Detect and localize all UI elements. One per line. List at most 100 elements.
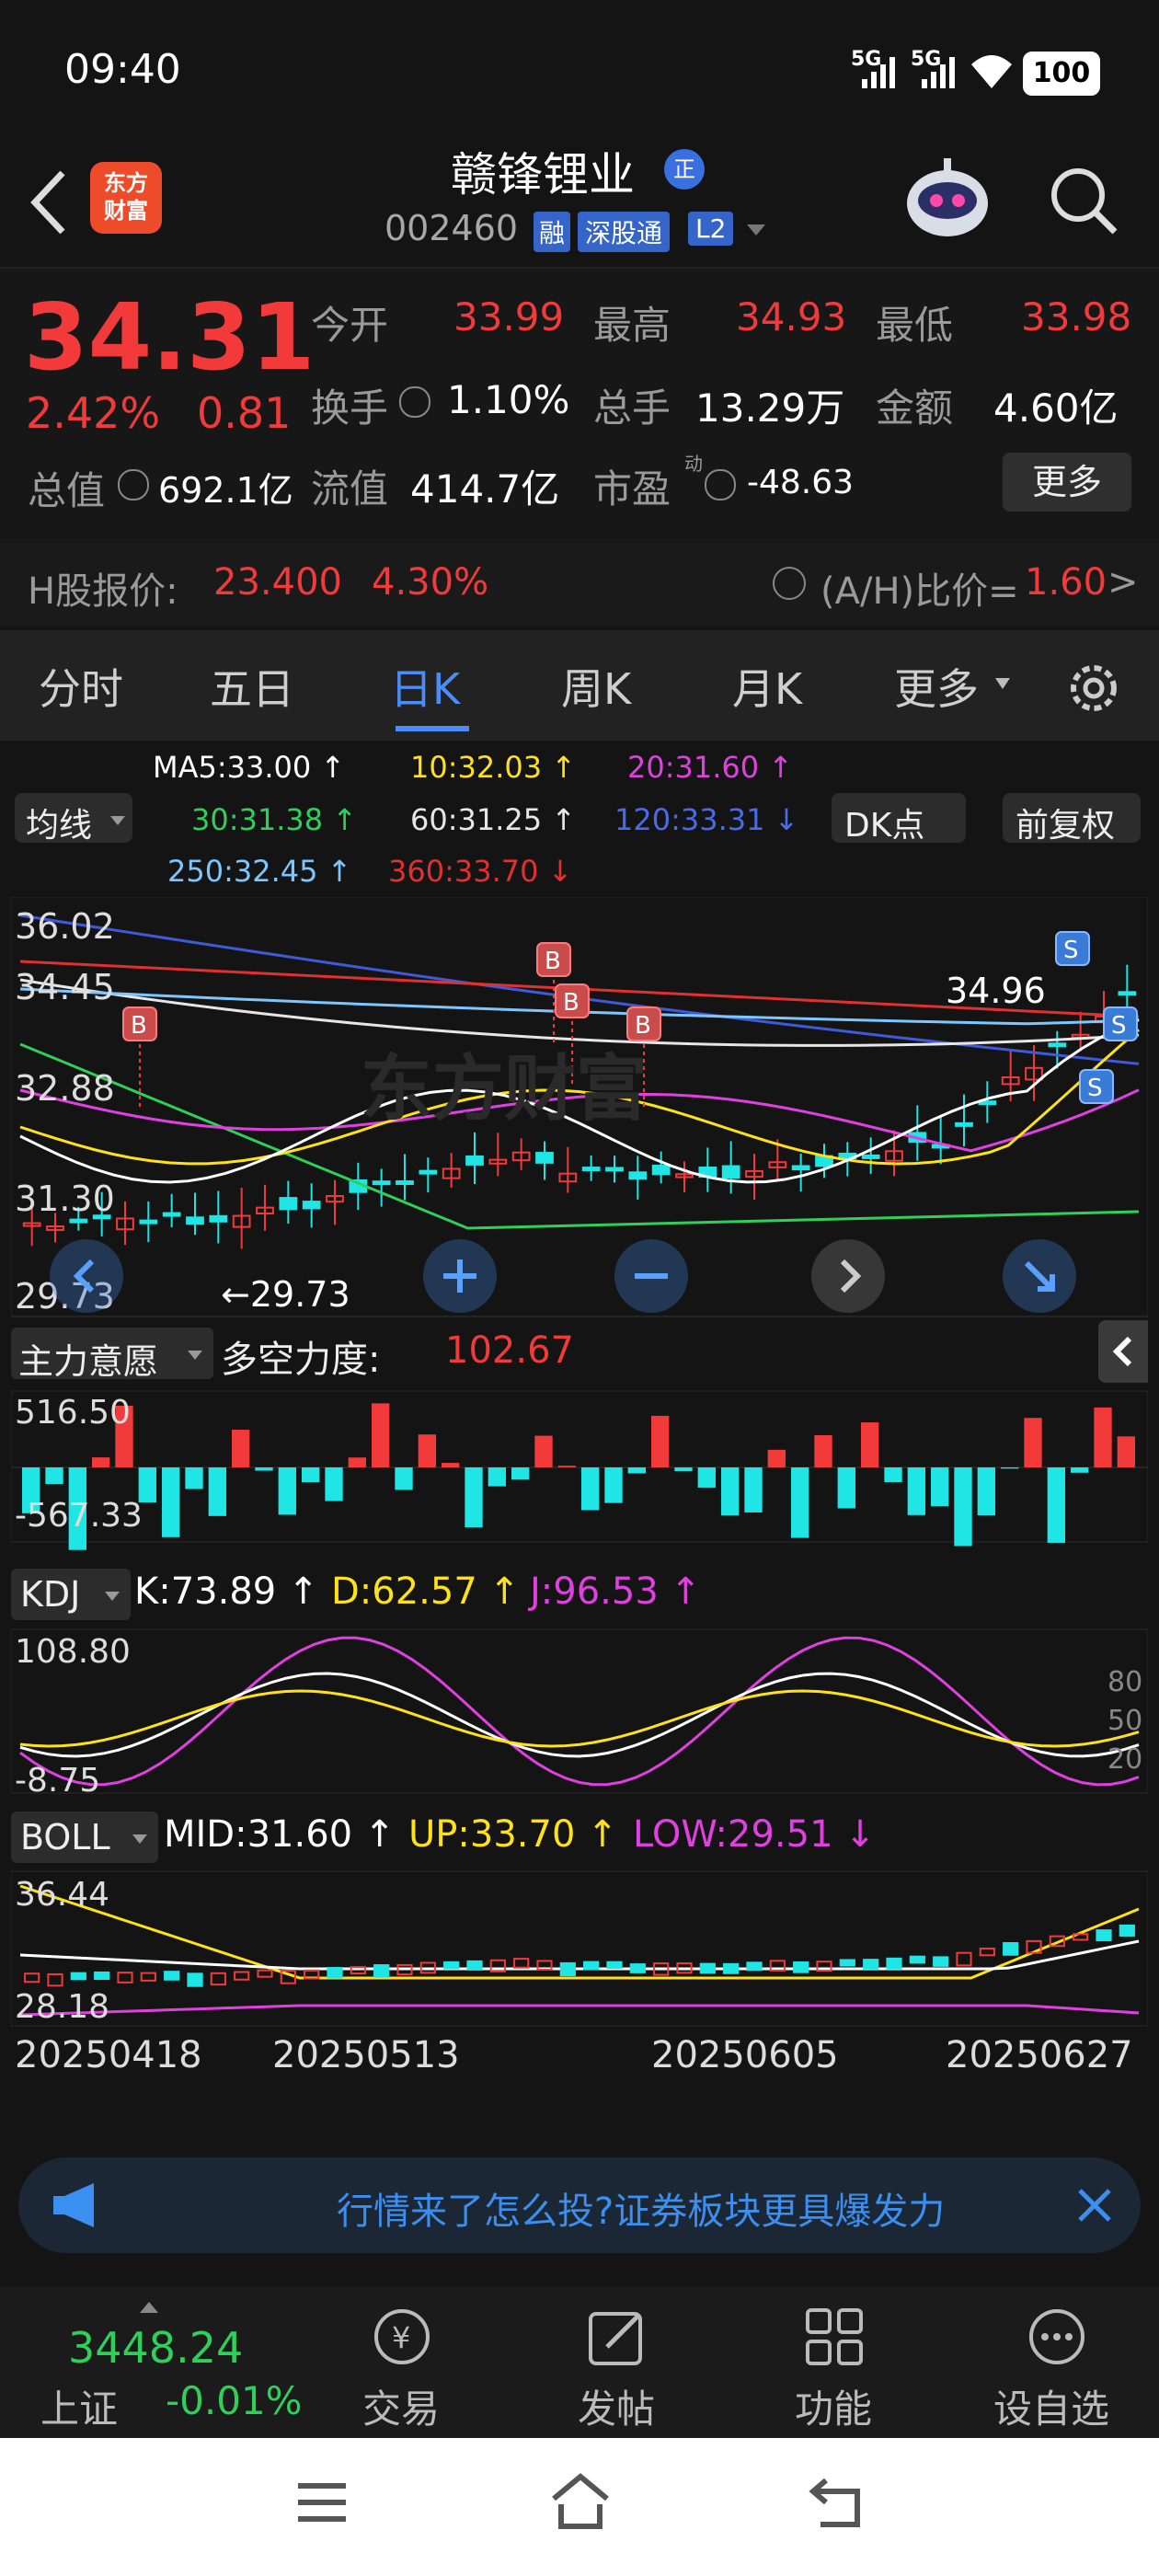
info-icon-pe[interactable]: [705, 469, 736, 500]
bottom-toolbar: 3448.24 上证 -0.01% ¥ 交易 发帖 功能 设自选: [0, 2286, 1159, 2438]
date-label-3: 20250605: [651, 2034, 839, 2076]
add-watchlist-label: 设自选: [993, 2386, 1110, 2432]
candle-body: [628, 1171, 648, 1180]
zl-bar: [232, 1430, 250, 1467]
h-share-label: H股报价:: [28, 570, 178, 613]
ah-ratio-value[interactable]: 1.60: [1025, 561, 1107, 604]
float-cap-value: 414.7亿: [410, 466, 560, 512]
kdj-selector[interactable]: KDJ: [11, 1569, 131, 1620]
tab-weekly-k[interactable]: 周K: [561, 656, 631, 717]
kline-chart-area[interactable]: BBBBSSS 36.02 34.45 32.88 31.30 29.73 东方…: [10, 896, 1149, 2130]
more-button[interactable]: 更多: [1003, 453, 1131, 512]
date-label-4: 20250627: [946, 2034, 1133, 2076]
boll-candle: [70, 1972, 86, 1981]
boll-candle: [746, 1961, 763, 1972]
index-ticker[interactable]: 3448.24 上证 -0.01%: [0, 2286, 313, 2438]
date-label-2: 20250513: [272, 2034, 460, 2076]
zl-bar: [651, 1415, 670, 1467]
tab-more[interactable]: 更多: [894, 656, 979, 717]
stock-name: 赣锋锂业: [451, 148, 635, 201]
promo-text: 行情来了怎么投?证券板块更具爆发力: [337, 2191, 946, 2233]
kdj-j-value: J:96.53 ↑: [530, 1570, 702, 1613]
yuan-exchange-icon: ¥: [370, 2305, 434, 2369]
pe-dynamic-sup: 动: [684, 453, 703, 475]
zl-y-bottom: -567.33: [15, 1497, 143, 1535]
edit-icon: [585, 2305, 649, 2369]
caret-down-icon: [188, 1348, 202, 1365]
menu-icon[interactable]: [293, 2477, 351, 2528]
promo-banner[interactable]: 行情来了怎么投?证券板块更具爆发力: [18, 2157, 1141, 2253]
zl-bar: [255, 1467, 273, 1471]
gear-icon[interactable]: [1063, 658, 1124, 719]
adjust-mode-button[interactable]: 前复权: [1003, 793, 1141, 845]
zl-bar: [931, 1467, 949, 1507]
turnover-label: 换手: [311, 385, 389, 431]
ma-selector[interactable]: 均线: [15, 793, 132, 845]
candle-body: [791, 1165, 810, 1171]
post-button[interactable]: 发帖: [557, 2295, 677, 2433]
candle-body: [1048, 1042, 1067, 1048]
collapse-panel-button[interactable]: [1098, 1320, 1148, 1383]
zl-bar: [45, 1467, 63, 1485]
index-name: 上证: [40, 2386, 119, 2432]
boll-low-value: LOW:29.51 ↓: [633, 1813, 876, 1856]
boll-candle: [839, 1959, 855, 1967]
battery-icon: 100: [1023, 52, 1100, 96]
zl-y-top: 516.50: [15, 1394, 131, 1432]
dk-point-button[interactable]: DK点: [832, 793, 966, 845]
function-button[interactable]: 功能: [775, 2295, 894, 2433]
add-watchlist-button[interactable]: 设自选: [984, 2295, 1131, 2433]
stock-header: 东方 财富 赣锋锂业 正 002460 融 深股通 L2: [0, 138, 1159, 269]
scroll-left-button[interactable]: [50, 1239, 123, 1313]
pe-label: 市盈: [593, 466, 671, 512]
boll-selector[interactable]: BOLL: [11, 1811, 158, 1863]
zl-bar: [1094, 1407, 1112, 1467]
help-icon[interactable]: [773, 567, 806, 600]
tab-intraday[interactable]: 分时: [39, 656, 123, 717]
boll-candle: [1096, 1929, 1112, 1942]
back-icon[interactable]: [26, 166, 72, 239]
dk-point-label: DK点: [844, 807, 925, 845]
zl-bar: [814, 1434, 832, 1467]
back-nav-icon[interactable]: [808, 2475, 868, 2530]
boll-candle: [606, 1961, 623, 1970]
home-icon[interactable]: [548, 2471, 613, 2532]
zoom-out-button[interactable]: [614, 1239, 688, 1313]
close-icon[interactable]: [1074, 2185, 1115, 2225]
robot-assistant-icon[interactable]: [901, 153, 993, 245]
boll-candle: [933, 1956, 949, 1967]
search-icon[interactable]: [1047, 164, 1120, 237]
fullscreen-button[interactable]: [1003, 1239, 1076, 1313]
scroll-right-button[interactable]: [811, 1239, 885, 1313]
kline-y-label-4: 31.30: [15, 1179, 115, 1219]
info-icon[interactable]: [118, 469, 149, 500]
info-icon-turnover[interactable]: [399, 386, 430, 418]
candle-body: [581, 1167, 601, 1172]
boll-candle: [373, 1964, 390, 1978]
zl-bar: [534, 1435, 553, 1467]
candle-body: [162, 1212, 181, 1217]
signal-icon: [860, 57, 899, 88]
boll-y-bottom: 28.18: [15, 1988, 110, 2026]
tab-monthly-k[interactable]: 月K: [732, 656, 802, 717]
h-share-row: H股报价: 23.400 4.30% (A/H)比价= 1.60 >: [0, 543, 1159, 626]
ah-chevron-icon[interactable]: >: [1107, 561, 1139, 604]
caret-down-icon: [105, 1589, 120, 1606]
boll-up-value: UP:33.70 ↑: [408, 1813, 618, 1856]
candle-body: [419, 1169, 438, 1175]
tab-daily-k[interactable]: 日K: [390, 656, 460, 717]
volume-value: 13.29万: [695, 385, 845, 431]
high-value: 34.93: [736, 294, 847, 339]
tab-five-day[interactable]: 五日: [210, 656, 294, 717]
zoom-in-button[interactable]: [423, 1239, 497, 1313]
zl-bar: [604, 1467, 623, 1503]
chevron-down-icon[interactable]: [745, 221, 767, 239]
candle-body: [955, 1121, 973, 1127]
date-label-1: 20250418: [15, 2034, 202, 2076]
zl-bar: [488, 1467, 506, 1487]
app-logo[interactable]: 东方 财富: [90, 162, 162, 234]
amount-label: 金额: [876, 385, 954, 431]
ah-ratio-label[interactable]: (A/H)比价=: [820, 561, 1019, 615]
zl-selector[interactable]: 主力意愿: [11, 1328, 213, 1382]
trade-button[interactable]: ¥ 交易: [342, 2295, 462, 2433]
